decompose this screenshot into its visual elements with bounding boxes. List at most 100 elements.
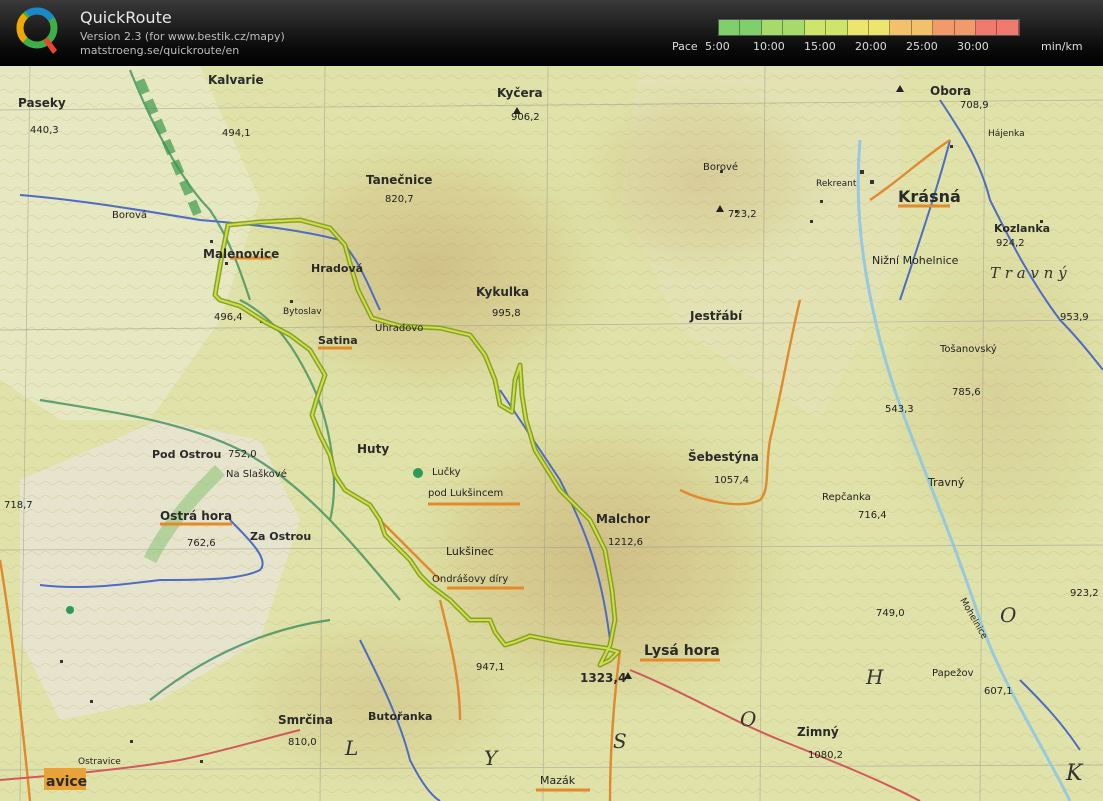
pace-tick: 5:00	[705, 40, 730, 53]
label-ondrasovy-diry: Ondrášovy díry	[432, 573, 508, 585]
label-elevation: 820,7	[385, 194, 414, 205]
label-kalvarie: Kalvarie	[208, 73, 264, 87]
label-elevation: 906,2	[511, 112, 540, 123]
label-ostravice: Ostravice	[78, 757, 121, 767]
label-borova: Borová	[112, 209, 147, 221]
label-elevation: 947,1	[476, 662, 505, 673]
label-nizni-mohelnice: Nižní Mohelnice	[872, 254, 959, 267]
pace-scale-segment	[868, 20, 891, 35]
pace-tick: 25:00	[906, 40, 938, 53]
app-title: QuickRoute	[80, 8, 172, 27]
label-papezov: Papežov	[932, 667, 974, 679]
map-view[interactable]: Kalvarie Paseky 440,3 494,1 Kyčera 906,2…	[0, 66, 1103, 801]
pace-tick: 20:00	[855, 40, 887, 53]
pace-scale-segment	[997, 20, 1019, 35]
label-huty: Huty	[357, 442, 389, 456]
pace-color-scale	[718, 19, 1020, 36]
label-elevation: 1212,6	[608, 537, 643, 548]
pace-tick: 15:00	[804, 40, 836, 53]
label-mazak: Mazák	[540, 774, 576, 787]
label-na-slaskove: Na Slaškové	[226, 468, 287, 480]
label-tanecnice: Tanečnice	[366, 173, 432, 187]
label-krasna: Krásná	[898, 187, 961, 206]
label-elevation: 923,2	[1070, 588, 1099, 599]
label-elevation: 1057,4	[714, 475, 749, 486]
label-sebestyna: Šebestýna	[688, 449, 759, 464]
label-repcanka: Repčanka	[822, 491, 871, 503]
waypoint-icon	[413, 468, 423, 478]
label-butoranka: Butořanka	[368, 710, 432, 723]
app-url: matstroeng.se/quickroute/en	[80, 44, 240, 57]
label-elevation: 953,9	[1060, 312, 1089, 323]
contour-lines	[0, 66, 1103, 801]
label-satina: Satina	[318, 334, 358, 347]
label-hajenka: Hájenka	[988, 129, 1025, 139]
label-lysa-hora: Lysá hora	[644, 643, 720, 659]
label-kozlanka: Kozlanka	[994, 222, 1050, 235]
app-header: QuickRoute Version 2.3 (for www.bestik.c…	[0, 0, 1103, 66]
label-rekreant: Rekreant	[816, 179, 857, 189]
label-area-letter: K	[1065, 761, 1084, 786]
label-elevation: 708,9	[960, 100, 989, 111]
label-za-ostrou: Za Ostrou	[250, 530, 311, 543]
label-lucky: Lučky	[432, 466, 461, 478]
label-elevation: 1323,4	[580, 671, 626, 685]
pace-scale-segment	[933, 20, 955, 35]
label-elevation: 749,0	[876, 608, 905, 619]
label-kycera: Kyčera	[497, 86, 543, 100]
label-kykulka: Kykulka	[476, 285, 529, 299]
topographic-map: Kalvarie Paseky 440,3 494,1 Kyčera 906,2…	[0, 66, 1103, 801]
label-elevation: 718,7	[4, 500, 33, 511]
label-jestrabi: Jestřábí	[689, 309, 743, 323]
label-elevation: 924,2	[996, 238, 1025, 249]
pace-unit: min/km	[1041, 40, 1083, 53]
label-travny-area: T r a v n ý	[990, 264, 1067, 282]
label-travny: Travný	[927, 476, 965, 489]
label-elevation: 1080,2	[808, 750, 843, 761]
pace-label: Pace	[672, 40, 698, 53]
label-area-letter: Y	[484, 746, 499, 770]
label-malchor: Malchor	[596, 512, 650, 526]
label-malenovice: Malenovice	[203, 247, 279, 261]
pace-scale-segment	[976, 20, 998, 35]
pace-scale-segment	[804, 20, 827, 35]
pace-tick: 10:00	[753, 40, 785, 53]
quickroute-logo-icon	[16, 7, 58, 54]
label-tosanovsky: Tošanovský	[939, 343, 997, 355]
label-obora: Obora	[930, 84, 971, 98]
pace-scale-segment	[740, 20, 762, 35]
pace-scale-segment	[826, 20, 848, 35]
label-hradova: Hradová	[311, 262, 363, 275]
pace-scale-segment	[783, 20, 805, 35]
pace-scale-segment	[719, 20, 741, 35]
waypoint-icon	[66, 606, 74, 614]
label-luksinec: Lukšinec	[446, 545, 494, 558]
label-borove: Borové	[703, 161, 738, 173]
label-elevation: 494,1	[222, 128, 251, 139]
label-elevation: 607,1	[984, 686, 1013, 697]
label-town: avice	[46, 774, 87, 790]
label-area-letter: S	[613, 729, 627, 753]
label-elevation: 440,3	[30, 125, 59, 136]
label-area-letter: L	[344, 736, 358, 760]
label-elevation: 543,3	[885, 404, 914, 415]
pace-scale-segment	[954, 20, 977, 35]
label-ostra-hora: Ostrá hora	[160, 509, 232, 523]
pace-scale-segment	[847, 20, 869, 35]
label-area-letter: O	[740, 707, 756, 731]
label-smrcina: Smrčina	[278, 713, 333, 727]
label-elevation: 496,4	[214, 312, 243, 323]
label-area-letter: H	[865, 665, 884, 689]
label-elevation: 752,0	[228, 449, 257, 460]
app-version: Version 2.3 (for www.bestik.cz/mapy)	[80, 30, 285, 43]
label-pod-luksincem: pod Lukšincem	[428, 487, 503, 499]
label-zimny: Zimný	[797, 725, 839, 739]
label-elevation: 785,6	[952, 387, 981, 398]
pace-scale-segment	[761, 20, 784, 35]
label-elevation: 716,4	[858, 510, 887, 521]
label-bytoslav: Bytoslav	[283, 307, 322, 317]
pace-tick: 30:00	[957, 40, 989, 53]
label-elevation: 995,8	[492, 308, 521, 319]
label-area-letter: O	[1000, 603, 1016, 627]
label-elevation: 723,2	[728, 209, 757, 220]
